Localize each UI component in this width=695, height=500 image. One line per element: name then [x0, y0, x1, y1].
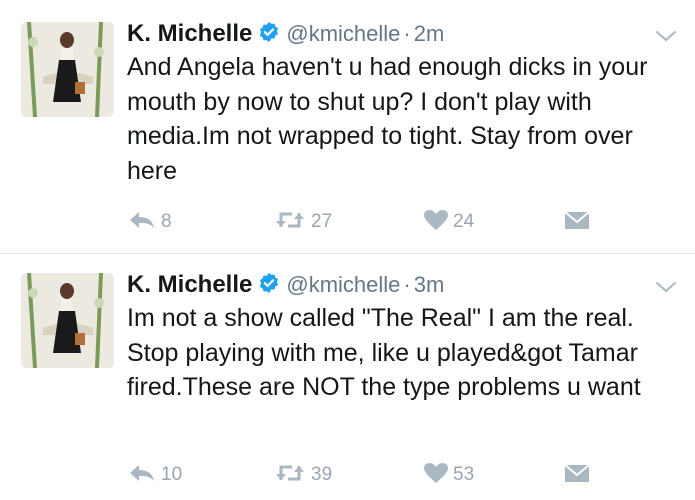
chevron-down-icon[interactable]	[654, 279, 678, 300]
timestamp[interactable]: 3m	[414, 272, 445, 297]
direct-message-icon	[564, 209, 590, 236]
verified-badge-icon	[258, 21, 280, 48]
tweet[interactable]: K. Michelle @kmichelle · 3m Im not a show c…	[0, 271, 695, 500]
tweet-text: Im not a show called "The Real" I am the…	[127, 304, 641, 401]
like-count: 53	[453, 464, 475, 485]
like-button[interactable]: 24	[423, 207, 474, 237]
handle[interactable]: @kmichelle	[286, 272, 400, 297]
avatar[interactable]	[21, 22, 114, 117]
avatar[interactable]	[21, 273, 114, 368]
retweet-button[interactable]: 39	[273, 460, 332, 490]
reply-button[interactable]: 8	[127, 207, 172, 237]
like-count: 24	[453, 211, 475, 232]
chevron-down-icon[interactable]	[654, 28, 678, 49]
reply-count: 8	[161, 211, 172, 232]
retweet-icon	[273, 462, 307, 489]
direct-message-button[interactable]	[564, 207, 590, 237]
tweet[interactable]: K. Michelle @kmichelle · 2m And Angela have…	[0, 20, 695, 252]
tweet-text: And Angela haven't u had enough dicks in…	[127, 53, 648, 185]
direct-message-icon	[564, 462, 590, 489]
timeline: K. Michelle @kmichelle · 2m And Angela have…	[0, 0, 695, 500]
retweet-button[interactable]: 27	[273, 207, 332, 237]
like-button[interactable]: 53	[423, 460, 474, 490]
separator: ·	[403, 272, 411, 297]
display-name[interactable]: K. Michelle	[127, 271, 252, 298]
reply-count: 10	[161, 464, 183, 485]
separator: ·	[403, 21, 411, 46]
tweet-header: K. Michelle @kmichelle · 3m	[127, 271, 444, 305]
tweet-divider	[0, 253, 695, 254]
display-name[interactable]: K. Michelle	[127, 20, 252, 47]
reply-icon	[127, 209, 157, 236]
reply-button[interactable]: 10	[127, 460, 182, 490]
handle[interactable]: @kmichelle	[286, 21, 400, 46]
retweet-icon	[273, 209, 307, 236]
timestamp[interactable]: 2m	[414, 21, 445, 46]
reply-icon	[127, 462, 157, 489]
retweet-count: 27	[311, 211, 333, 232]
tweet-header: K. Michelle @kmichelle · 2m	[127, 20, 444, 54]
heart-icon	[423, 462, 449, 489]
direct-message-button[interactable]	[564, 460, 590, 490]
verified-badge-icon	[258, 272, 280, 299]
heart-icon	[423, 209, 449, 236]
retweet-count: 39	[311, 464, 333, 485]
